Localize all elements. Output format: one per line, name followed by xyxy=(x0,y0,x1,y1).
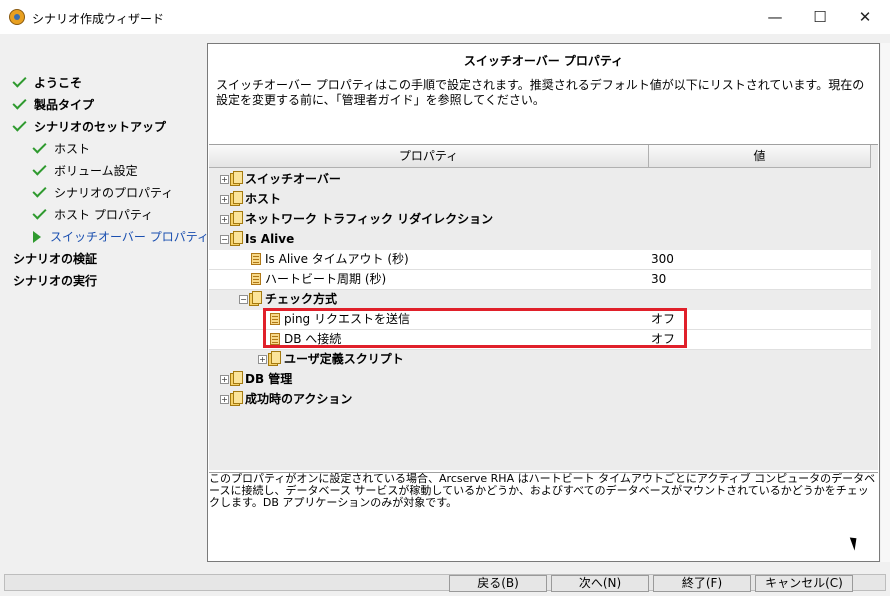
table-row[interactable]: − Is Alive xyxy=(209,230,871,249)
right-edge-strip xyxy=(881,43,890,562)
property-description-box: このプロパティがオンに設定されている場合、Arcserve RHA はハートビー… xyxy=(209,472,878,561)
property-group-icon xyxy=(268,351,281,366)
nav-step-run-scenario[interactable]: シナリオの実行 xyxy=(13,271,97,291)
nav-step-label: シナリオの実行 xyxy=(13,274,98,288)
checkmark-icon xyxy=(32,161,47,176)
nav-step-host-properties[interactable]: ホスト プロパティ xyxy=(32,205,154,225)
property-value[interactable]: 300 xyxy=(651,250,674,269)
property-label: ホスト xyxy=(245,192,282,206)
table-row[interactable]: + ネットワーク トラフィック リダイレクション xyxy=(209,210,871,229)
nav-step-label: シナリオのセットアップ xyxy=(34,120,167,134)
nav-step-label: ようこそ xyxy=(34,76,83,90)
expand-toggle[interactable]: + xyxy=(220,195,229,204)
back-button[interactable]: 戻る(B) xyxy=(449,575,547,592)
nav-step-label: シナリオのプロパティ xyxy=(54,186,174,200)
checkmark-icon xyxy=(12,95,27,110)
expand-toggle[interactable]: + xyxy=(220,175,229,184)
nav-step-label: シナリオの検証 xyxy=(13,252,98,266)
property-group-icon xyxy=(230,231,243,246)
checkmark-icon xyxy=(32,205,47,220)
panel-description: スイッチオーバー プロパティはこの手順で設定されます。推奨されるデフォルト値が以… xyxy=(216,78,865,107)
nav-step-label: スイッチオーバー プロパティ xyxy=(50,230,209,244)
table-row[interactable]: ハートビート周期 (秒) 30 xyxy=(209,270,871,290)
property-label: スイッチオーバー xyxy=(245,172,341,186)
column-header-value[interactable]: 値 xyxy=(649,145,871,167)
nav-step-switchover-properties[interactable]: スイッチオーバー プロパティ xyxy=(33,227,209,247)
nav-step-hosts[interactable]: ホスト xyxy=(32,139,91,159)
title-bar: シナリオ作成ウィザード — ☐ ✕ xyxy=(0,0,890,34)
property-label: 成功時のアクション xyxy=(245,392,353,406)
minimize-button[interactable]: — xyxy=(752,0,798,34)
property-group-icon xyxy=(249,291,262,306)
nav-step-label: ホスト xyxy=(54,142,91,156)
property-value[interactable]: 30 xyxy=(651,270,666,289)
property-group-icon xyxy=(230,371,243,386)
highlight-box xyxy=(263,308,687,348)
property-table: プロパティ 値 + スイッチオーバー + ホスト + ネットワーク トラフィック… xyxy=(209,144,878,470)
nav-step-label: ボリューム設定 xyxy=(54,164,138,178)
table-row[interactable]: + DB 管理 xyxy=(209,370,871,389)
collapse-toggle[interactable]: − xyxy=(239,295,248,304)
nav-step-scenario-verification[interactable]: シナリオの検証 xyxy=(13,249,97,269)
property-group-icon xyxy=(230,391,243,406)
finish-button[interactable]: 終了(F) xyxy=(653,575,751,592)
maximize-button[interactable]: ☐ xyxy=(797,0,843,34)
property-label: Is Alive xyxy=(245,232,295,246)
column-header-property[interactable]: プロパティ xyxy=(209,145,649,167)
panel-title: スイッチオーバー プロパティ xyxy=(463,54,624,68)
table-row[interactable]: + スイッチオーバー xyxy=(209,170,871,189)
property-label: ネットワーク トラフィック リダイレクション xyxy=(245,212,494,226)
cancel-button[interactable]: キャンセル(C) xyxy=(755,575,853,592)
property-label: チェック方式 xyxy=(265,292,338,306)
property-icon xyxy=(251,253,261,265)
window-title: シナリオ作成ウィザード xyxy=(32,12,165,26)
table-row[interactable]: Is Alive タイムアウト (秒) 300 xyxy=(209,250,871,270)
table-row[interactable]: − チェック方式 xyxy=(209,290,871,309)
expand-toggle[interactable]: + xyxy=(220,375,229,384)
current-step-arrow-icon xyxy=(33,231,41,243)
property-label: ハートビート周期 (秒) xyxy=(265,272,387,286)
property-label: Is Alive タイムアウト (秒) xyxy=(265,252,409,266)
checkmark-icon xyxy=(12,117,27,132)
expand-toggle[interactable]: + xyxy=(220,215,229,224)
table-row[interactable]: + 成功時のアクション xyxy=(209,390,871,409)
nav-step-volume-settings[interactable]: ボリューム設定 xyxy=(32,161,138,181)
expand-toggle[interactable]: + xyxy=(258,355,267,364)
main-panel: スイッチオーバー プロパティ スイッチオーバー プロパティはこの手順で設定されま… xyxy=(207,43,880,562)
checkmark-icon xyxy=(32,139,47,154)
app-icon xyxy=(9,9,25,25)
checkmark-icon xyxy=(32,183,47,198)
property-group-icon xyxy=(230,191,243,206)
nav-step-product-type[interactable]: 製品タイプ xyxy=(12,95,95,115)
nav-step-label: ホスト プロパティ xyxy=(54,208,154,222)
property-label: DB 管理 xyxy=(245,372,293,386)
nav-step-welcome[interactable]: ようこそ xyxy=(12,73,83,93)
close-button[interactable]: ✕ xyxy=(842,0,888,34)
checkmark-icon xyxy=(12,73,27,88)
property-label: ユーザ定義スクリプト xyxy=(284,352,404,366)
property-group-icon xyxy=(230,211,243,226)
nav-step-label: 製品タイプ xyxy=(34,98,95,112)
next-button[interactable]: 次へ(N) xyxy=(551,575,649,592)
table-row[interactable]: + ユーザ定義スクリプト xyxy=(209,350,871,369)
nav-step-scenario-properties[interactable]: シナリオのプロパティ xyxy=(32,183,174,203)
table-header: プロパティ 値 xyxy=(209,145,871,168)
property-icon xyxy=(251,273,261,285)
nav-step-scenario-setup[interactable]: シナリオのセットアップ xyxy=(12,117,167,137)
expand-toggle[interactable]: + xyxy=(220,395,229,404)
table-row[interactable]: + ホスト xyxy=(209,190,871,209)
status-bar xyxy=(4,574,886,591)
collapse-toggle[interactable]: − xyxy=(220,235,229,244)
property-group-icon xyxy=(230,171,243,186)
